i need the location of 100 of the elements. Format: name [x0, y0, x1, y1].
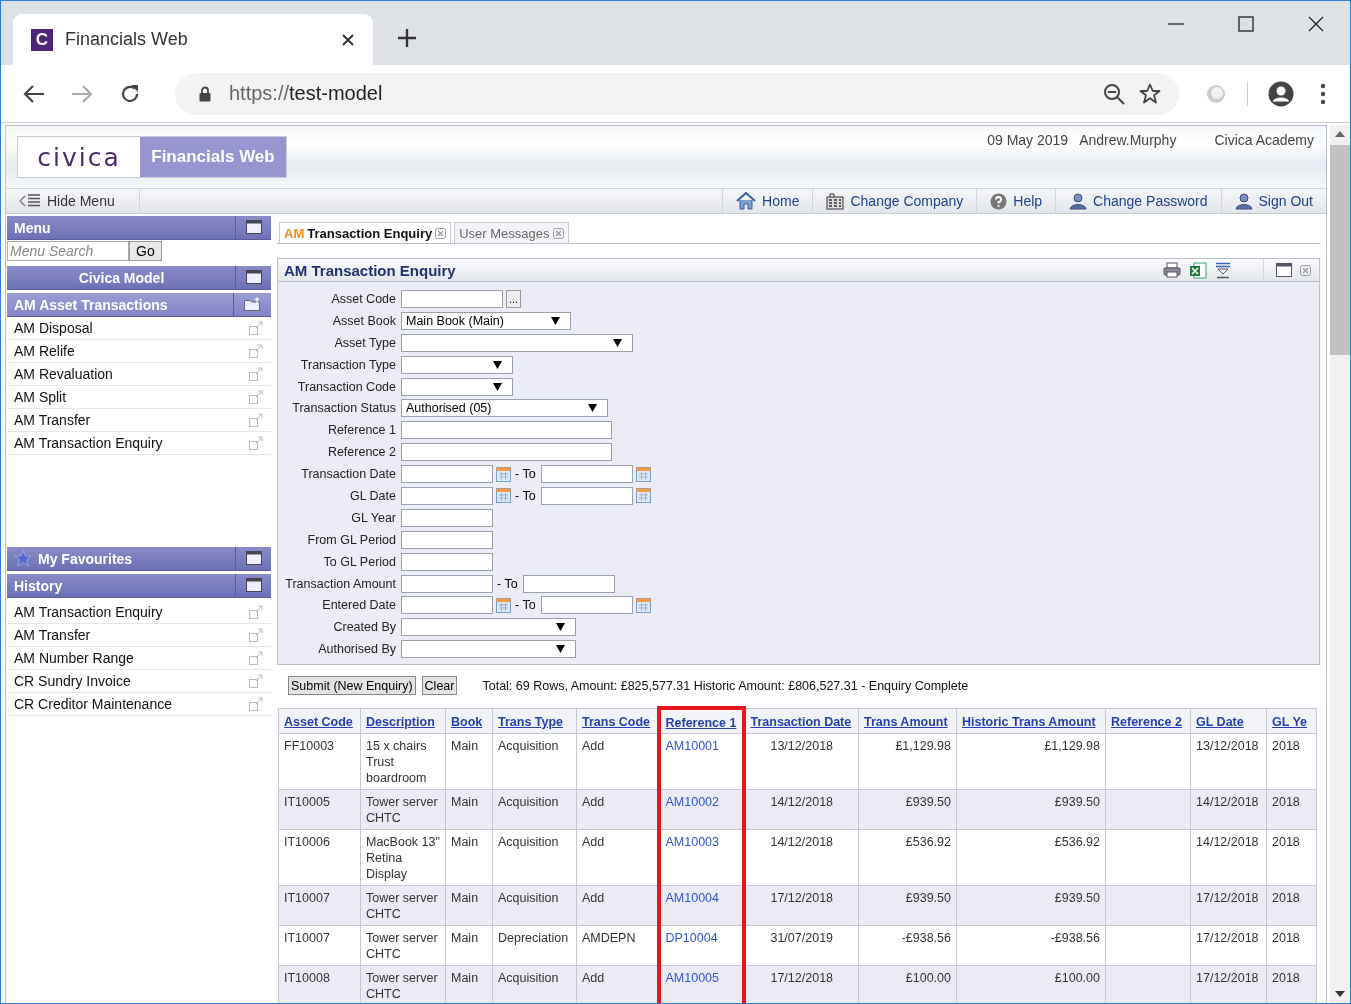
menu-search-field[interactable]: Menu Search — [7, 241, 129, 261]
external-window-icon[interactable] — [249, 605, 263, 619]
window-icon[interactable] — [1276, 263, 1292, 277]
external-window-icon[interactable] — [249, 344, 263, 358]
address-bar[interactable]: https://test-model — [175, 72, 1179, 115]
column-header[interactable]: Reference 1 — [658, 708, 744, 734]
dropdown[interactable] — [401, 333, 633, 352]
external-window-icon[interactable] — [249, 674, 263, 688]
calendar-icon[interactable] — [635, 488, 651, 504]
menu-item[interactable]: AM Transaction Enquiry — [7, 432, 271, 455]
text-field[interactable] — [401, 465, 493, 484]
lookup-button[interactable]: ... — [506, 289, 521, 308]
new-tab-icon[interactable] — [397, 28, 417, 48]
spreadsheet-icon[interactable] — [1189, 261, 1207, 279]
calendar-icon[interactable] — [496, 488, 511, 504]
text-field[interactable] — [540, 486, 633, 505]
history-item[interactable]: CR Creditor Maintenance — [7, 693, 271, 716]
column-header[interactable]: Asset Code — [278, 708, 361, 734]
text-field[interactable] — [401, 421, 612, 440]
calendar-icon[interactable] — [496, 597, 511, 613]
dropdown[interactable] — [401, 618, 576, 637]
menu-item[interactable]: AM Relife — [7, 340, 271, 363]
menu-item[interactable]: AM Split — [7, 386, 271, 409]
reference-link[interactable]: AM10001 — [665, 739, 719, 754]
filter-icon[interactable] — [1215, 261, 1231, 279]
column-header[interactable]: Trans Amount — [858, 708, 957, 734]
scroll-up-icon[interactable] — [1335, 131, 1345, 137]
zoom-out-icon[interactable] — [1103, 82, 1125, 105]
nav-link[interactable]: Change Password — [1055, 189, 1221, 213]
text-field[interactable] — [540, 465, 633, 484]
reference-link[interactable]: AM10003 — [665, 835, 719, 850]
column-header[interactable]: GL Ye — [1266, 708, 1317, 734]
text-field[interactable] — [401, 552, 493, 571]
history-item[interactable]: CR Sundry Invoice — [7, 670, 271, 693]
history-item[interactable]: AM Transfer — [7, 624, 271, 647]
text-field[interactable] — [401, 530, 493, 549]
external-window-icon[interactable] — [249, 436, 263, 450]
column-header[interactable]: Trans Type — [492, 708, 577, 734]
extension-icon[interactable] — [1205, 82, 1227, 105]
submit-button[interactable]: Submit (New Enquiry) — [288, 676, 416, 696]
scrollbar[interactable] — [1330, 125, 1350, 1003]
back-icon[interactable] — [23, 83, 45, 104]
caret-icon — [493, 382, 502, 391]
nav-link[interactable]: Sign Out — [1220, 189, 1326, 213]
calendar-icon[interactable] — [496, 466, 511, 482]
close-tab-icon[interactable] — [341, 32, 355, 47]
dropdown[interactable] — [401, 377, 513, 396]
account-icon[interactable] — [1268, 80, 1294, 107]
close-icon[interactable] — [1308, 16, 1324, 32]
external-window-icon[interactable] — [249, 413, 263, 427]
column-header[interactable]: GL Date — [1190, 708, 1267, 734]
text-field[interactable] — [401, 574, 493, 593]
history-item[interactable]: AM Number Range — [7, 647, 271, 670]
text-field[interactable] — [401, 486, 493, 505]
external-window-icon[interactable] — [249, 697, 263, 711]
external-window-icon[interactable] — [249, 628, 263, 642]
page-tab[interactable]: User Messages — [454, 222, 569, 243]
page-tab[interactable]: AM Transaction Enquiry — [279, 222, 452, 243]
column-header[interactable]: Transaction Date — [743, 708, 859, 734]
dropdown[interactable]: Authorised (05) — [401, 399, 608, 418]
scroll-down-icon[interactable] — [1335, 991, 1345, 997]
text-field[interactable] — [401, 508, 493, 527]
column-header[interactable]: Trans Code — [576, 708, 659, 734]
column-header[interactable]: Historic Trans Amount — [956, 708, 1106, 734]
nav-link[interactable]: Change Company — [812, 189, 977, 213]
forward-icon[interactable] — [71, 83, 93, 104]
go-button[interactable]: Go — [129, 241, 162, 261]
text-field[interactable] — [522, 574, 615, 593]
text-field[interactable] — [401, 443, 612, 462]
browser-tab[interactable]: C Financials Web — [13, 14, 373, 65]
nav-link[interactable]: Help — [976, 189, 1056, 213]
hide-menu-link[interactable]: Hide Menu — [6, 189, 140, 213]
column-header[interactable]: Description — [360, 708, 446, 734]
dropdown[interactable]: Main Book (Main) — [401, 311, 571, 330]
text-field[interactable] — [540, 596, 633, 615]
dropdown[interactable] — [401, 355, 513, 374]
external-window-icon[interactable] — [249, 651, 263, 665]
text-field[interactable] — [401, 596, 493, 615]
menu-item-label: AM Relife — [14, 343, 75, 359]
column-header[interactable]: Reference 2 — [1105, 708, 1191, 734]
external-window-icon[interactable] — [249, 367, 263, 381]
calendar-icon[interactable] — [635, 466, 651, 482]
menu-item[interactable]: AM Disposal — [7, 317, 271, 340]
scrollbar-thumb[interactable] — [1330, 145, 1350, 355]
column-header[interactable]: Book — [445, 708, 493, 734]
nav-link[interactable]: Home — [722, 189, 813, 213]
history-item[interactable]: AM Transaction Enquiry — [7, 601, 271, 624]
print-icon[interactable] — [1163, 262, 1181, 278]
menu-item[interactable]: AM Transfer — [7, 409, 271, 432]
menu-item[interactable]: AM Revaluation — [7, 363, 271, 386]
menu-icon[interactable] — [1320, 82, 1326, 105]
reload-icon[interactable] — [119, 82, 141, 105]
external-window-icon[interactable] — [249, 321, 263, 335]
bookmark-star-icon[interactable] — [1139, 82, 1161, 105]
external-window-icon[interactable] — [249, 390, 263, 404]
clear-button[interactable]: Clear — [421, 676, 458, 696]
calendar-icon[interactable] — [635, 597, 651, 613]
maximize-icon[interactable] — [1238, 16, 1254, 32]
dropdown[interactable] — [401, 640, 576, 659]
text-field[interactable] — [401, 289, 503, 308]
